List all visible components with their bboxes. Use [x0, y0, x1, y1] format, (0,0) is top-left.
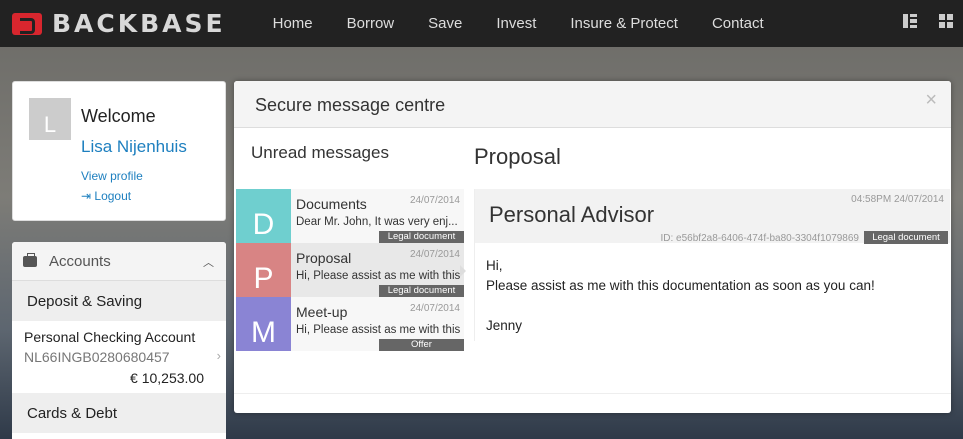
unread-messages-title: Unread messages [251, 143, 389, 162]
message-item-meetup[interactable]: M Meet-up 24/07/2014 Hi, Please assist a… [236, 297, 464, 351]
view-profile-link[interactable]: View profile [81, 169, 143, 183]
message-subject: Meet-up [296, 304, 348, 320]
backbase-logo-icon [12, 12, 42, 35]
profile-card: L Welcome Lisa Nijenhuis View profile ⇥ … [12, 81, 226, 221]
message-preview: Hi, Please assist as me with this ... [296, 324, 460, 336]
group-cards-debt[interactable]: Cards & Debt [12, 393, 226, 433]
logout-link[interactable]: ⇥ Logout [81, 189, 131, 203]
account-name: Personal Checking Account [24, 329, 196, 345]
chevron-right-icon: › [216, 348, 221, 363]
nav-home[interactable]: Home [256, 15, 330, 32]
message-item-documents[interactable]: D Documents 24/07/2014 Dear Mr. John, It… [236, 189, 464, 243]
detail-timestamp: 04:58PM 24/07/2014 [851, 194, 944, 205]
group-deposit-saving[interactable]: Deposit & Saving [12, 281, 226, 321]
message-date: 24/07/2014 [409, 195, 460, 206]
detail-id: ID: e56bf2a8-6406-474f-ba80-3304f1079869 [660, 233, 860, 244]
modal-title: Secure message centre [255, 95, 446, 115]
detail-signature: Jenny [486, 318, 523, 333]
accounts-panel: Accounts ︿ Deposit & Saving Personal Che… [12, 242, 226, 439]
welcome-label: Welcome [81, 106, 156, 126]
logout-icon: ⇥ [81, 189, 92, 203]
main-nav: Home Borrow Save Invest Insure & Protect… [256, 15, 781, 32]
nav-save[interactable]: Save [411, 15, 479, 32]
message-avatar: D [236, 189, 291, 243]
nav-invest[interactable]: Invest [479, 15, 553, 32]
nav-insure-protect[interactable]: Insure & Protect [553, 15, 695, 32]
account-row[interactable]: Personal Checking Account NL66INGB028068… [12, 321, 226, 393]
accounts-title: Accounts [49, 252, 111, 270]
account-balance: € 10,253.00 [130, 370, 204, 386]
modal-header: Secure message centre × [234, 81, 951, 128]
message-date: 24/07/2014 [409, 303, 460, 314]
modal-divider [234, 393, 951, 394]
logout-label: Logout [94, 189, 132, 203]
close-icon[interactable]: × [925, 89, 937, 112]
detail-tag: Legal document [864, 231, 948, 244]
message-subject: Documents [296, 196, 367, 212]
chevron-up-icon[interactable]: ︿ [203, 254, 214, 270]
message-tag: Legal document [379, 231, 464, 243]
nav-contact[interactable]: Contact [695, 15, 781, 32]
message-avatar: M [236, 297, 291, 351]
message-list: D Documents 24/07/2014 Dear Mr. John, It… [236, 189, 464, 351]
detail-body: Hi, Please assist as me with this docume… [475, 243, 950, 349]
message-detail: Personal Advisor 04:58PM 24/07/2014 ID: … [474, 189, 950, 341]
briefcase-icon [23, 252, 37, 267]
secure-message-modal: Secure message centre × Unread messages … [234, 81, 951, 413]
grid-layout-icon[interactable] [939, 14, 953, 28]
layout-switcher [903, 14, 953, 28]
brand-logo[interactable]: BACKBASE [12, 9, 226, 38]
nav-borrow[interactable]: Borrow [330, 15, 412, 32]
accounts-header[interactable]: Accounts ︿ [12, 242, 226, 281]
detail-sender: Personal Advisor [489, 202, 655, 227]
message-preview: Hi, Please assist as me with this ... [296, 270, 460, 282]
selected-arrow-icon [460, 265, 466, 277]
detail-text: Please assist as me with this documentat… [486, 278, 875, 293]
detail-header: Personal Advisor 04:58PM 24/07/2014 ID: … [475, 189, 950, 244]
message-tag: Legal document [379, 285, 464, 297]
message-tag: Offer [379, 339, 464, 351]
message-subject: Proposal [296, 250, 352, 266]
message-preview: Dear Mr. John, It was very enj... [296, 216, 458, 228]
brand-name: BACKBASE [52, 9, 226, 38]
message-date: 24/07/2014 [409, 249, 460, 260]
detail-subject: Proposal [474, 144, 561, 169]
avatar: L [29, 98, 71, 140]
message-item-proposal[interactable]: P Proposal 24/07/2014 Hi, Please assist … [236, 243, 464, 297]
message-avatar: P [236, 243, 291, 297]
account-iban: NL66INGB0280680457 [24, 349, 170, 365]
list-layout-icon[interactable] [903, 14, 917, 28]
detail-greeting: Hi, [486, 258, 503, 273]
user-name[interactable]: Lisa Nijenhuis [81, 137, 187, 157]
top-navbar: BACKBASE Home Borrow Save Invest Insure … [0, 0, 963, 47]
